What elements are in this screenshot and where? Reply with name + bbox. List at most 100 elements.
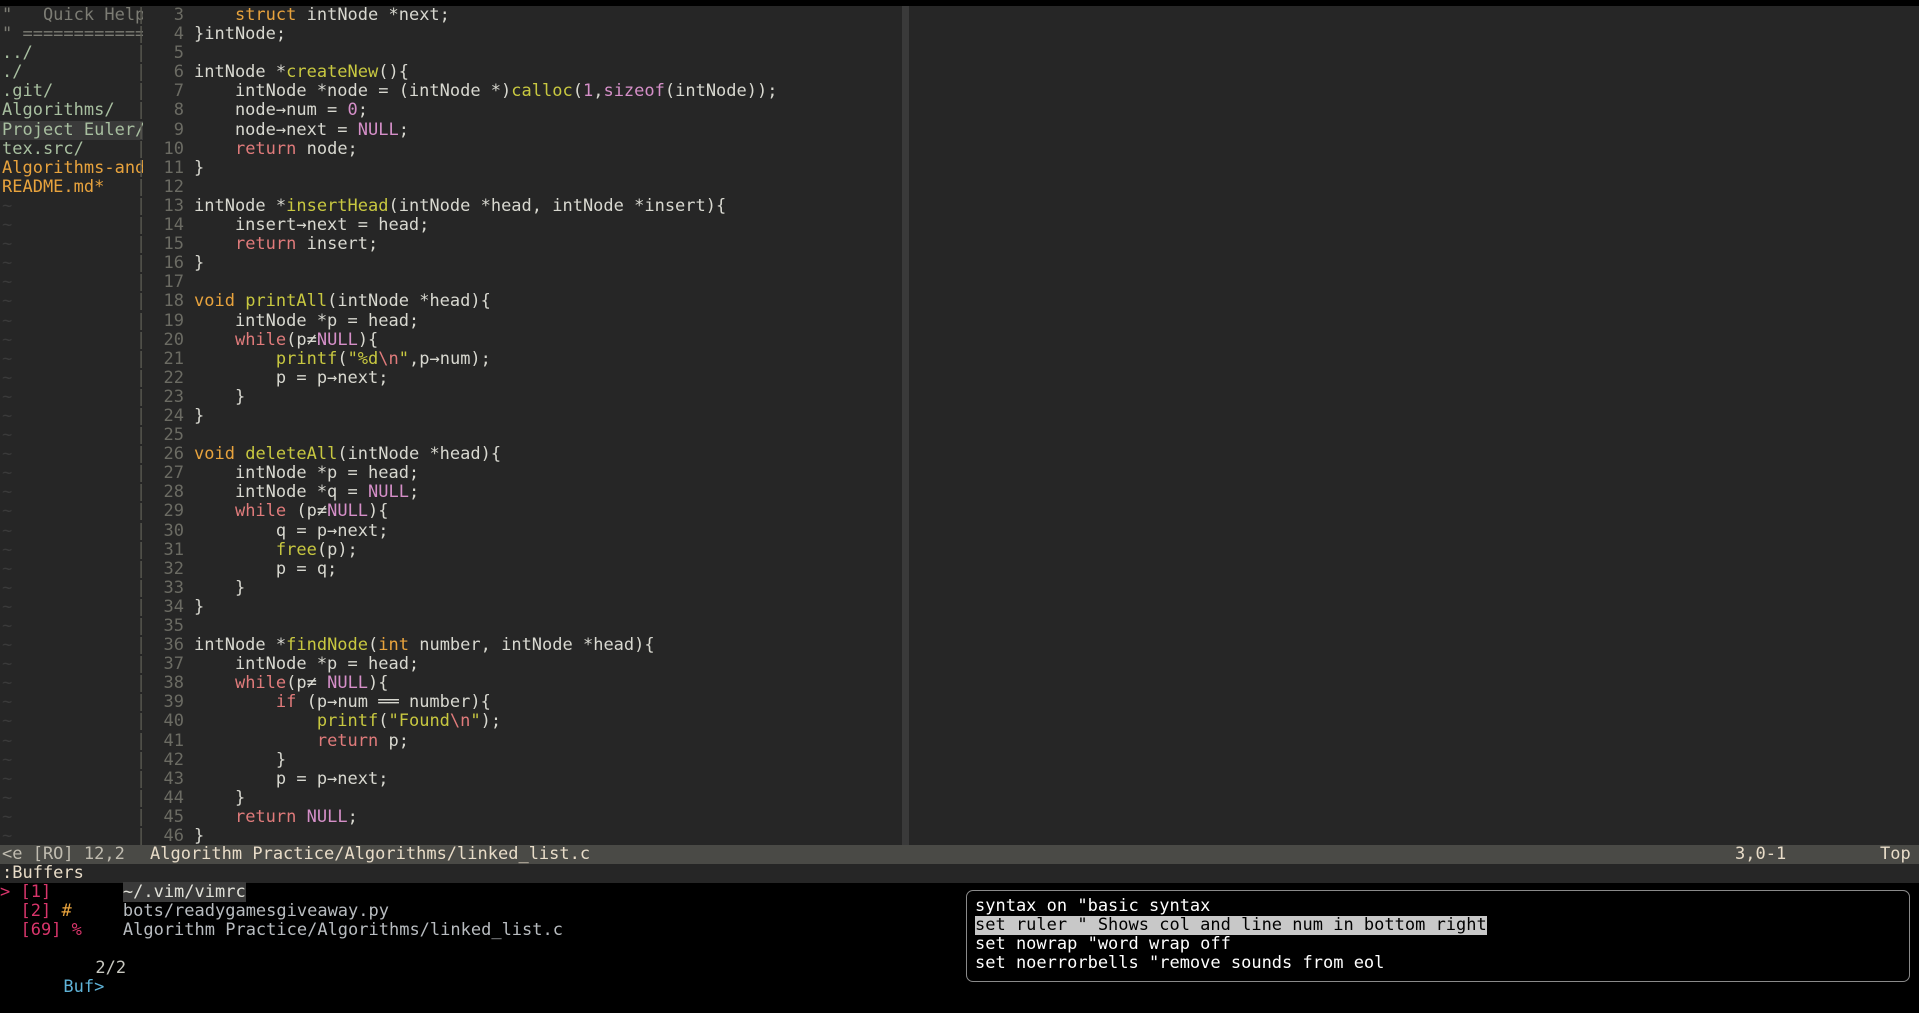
code-line[interactable]: 44 } xyxy=(150,788,902,808)
code-line[interactable]: 12 xyxy=(150,177,902,197)
netrw-file-explorer[interactable]: " Quick Help:|" =============|.././.git/… xyxy=(0,6,143,845)
code-line-text: p = p→next; xyxy=(194,367,389,388)
code-line[interactable]: 16} xyxy=(150,254,902,273)
netrw-entry-file[interactable]: README.md* xyxy=(0,177,143,197)
code-line-text: return p; xyxy=(194,730,409,751)
code-line[interactable]: 7 intNode *node = (intNode *)calloc(1,si… xyxy=(150,82,902,101)
code-line[interactable]: 4}intNode; xyxy=(150,24,902,44)
code-line[interactable]: 39 if (p→num ══ number){ xyxy=(150,693,902,712)
code-line[interactable]: 26 void deleteAll(intNode *head){ xyxy=(150,445,902,464)
code-line[interactable]: 25 xyxy=(150,425,902,445)
code-token-plain: (p→num ══ number){ xyxy=(296,692,491,713)
code-line[interactable]: 30 q = p→next; xyxy=(150,521,902,541)
code-line[interactable]: 35 xyxy=(150,616,902,636)
code-line[interactable]: 42 } xyxy=(150,750,902,770)
code-line[interactable]: 3 struct intNode *next; xyxy=(150,6,902,25)
code-token-str: " xyxy=(470,711,481,732)
code-line[interactable]: 8 node→num = 0; xyxy=(150,101,902,120)
code-line[interactable]: 23 } xyxy=(150,387,902,407)
picker-selection-marker: > xyxy=(0,882,21,902)
netrw-sep-char: | xyxy=(136,234,147,255)
code-line[interactable]: 9 node→next = NULL; xyxy=(150,119,902,140)
code-line[interactable]: 20 while(p≠NULL){ xyxy=(150,329,902,350)
code-line[interactable]: 41 return p; xyxy=(150,730,902,751)
netrw-filler-tilde: ~ xyxy=(2,329,13,350)
netrw-filler-tilde: ~ xyxy=(2,596,13,617)
netrw-filler-tilde: ~ xyxy=(2,616,13,636)
code-token-const: NULL xyxy=(368,482,409,503)
command-echo-line: :Buffers xyxy=(0,863,1919,884)
code-line[interactable]: 5 xyxy=(150,44,902,63)
code-line[interactable]: 40 printf("Found\n"); xyxy=(150,712,902,731)
netrw-entry-dir[interactable]: Algorithms/ xyxy=(0,101,143,120)
code-line-text: node→num = 0; xyxy=(194,101,368,120)
code-line[interactable]: 27 intNode *p = head; xyxy=(150,464,902,483)
preview-line: syntax on "basic syntax xyxy=(975,896,1211,916)
code-token-const: NULL xyxy=(316,329,358,350)
netrw-sep-char: | xyxy=(136,272,147,293)
code-line[interactable]: 24} xyxy=(150,406,902,426)
vertical-split-divider[interactable] xyxy=(902,6,909,845)
code-line[interactable]: 43 p = p→next; xyxy=(150,769,902,789)
code-line[interactable]: 11} xyxy=(150,158,902,178)
netrw-sep-char: | xyxy=(136,730,147,751)
code-line[interactable]: 29 while (p≠NULL){ xyxy=(150,502,902,521)
code-token-plain: (p≠ xyxy=(286,501,328,522)
netrw-sep-char: | xyxy=(136,348,147,369)
code-token-plain: p = q; xyxy=(194,558,338,579)
code-line[interactable]: 6 intNode *createNew(){ xyxy=(150,63,902,82)
code-line[interactable]: 21 printf("%d\n",p→num); xyxy=(150,348,902,369)
netrw-entry-dir[interactable]: tex.src/ xyxy=(0,139,143,159)
right-empty-window[interactable] xyxy=(909,6,1919,845)
code-line[interactable]: 19 intNode *p = head; xyxy=(150,311,902,331)
netrw-entry-file[interactable]: Algorithms-and- xyxy=(0,158,143,178)
netrw-entry-dir[interactable]: .git/ xyxy=(0,82,143,101)
preview-row: syntax on "basic syntax xyxy=(975,896,1909,916)
code-token-ret: if xyxy=(275,692,297,713)
code-line[interactable]: 36 intNode *findNode(int number, intNode … xyxy=(150,635,902,655)
code-line[interactable]: 18 void printAll(intNode *head){ xyxy=(150,292,902,311)
code-line-text: printf("Found\n"); xyxy=(194,712,501,731)
code-line[interactable]: 13 intNode *insertHead(intNode *head, int… xyxy=(150,196,902,216)
line-number: 17 xyxy=(163,272,184,293)
code-line[interactable]: 31 free(p); xyxy=(150,540,902,560)
code-line[interactable]: 22 p = p→next; xyxy=(150,367,902,388)
netrw-sep-char: | xyxy=(136,43,147,64)
code-line-text: intNode *p = head; xyxy=(194,464,419,483)
code-line[interactable]: 45 return NULL; xyxy=(150,807,902,827)
code-line[interactable]: 33 } xyxy=(150,578,902,598)
code-token-plain: ; xyxy=(398,119,409,140)
code-line[interactable]: 15 return insert; xyxy=(150,235,902,254)
code-line[interactable]: 14 insert→next = head; xyxy=(150,215,902,236)
netrw-entry-dir[interactable]: ./ xyxy=(0,63,143,82)
code-line-text: } xyxy=(194,750,286,770)
line-number: 21 xyxy=(163,348,184,369)
code-token-plain: node→num = xyxy=(194,100,348,121)
code-line[interactable]: 32 p = q; xyxy=(150,558,902,579)
code-line[interactable]: 38 while(p≠ NULL){ xyxy=(150,674,902,693)
picker-selection-marker xyxy=(0,901,20,921)
code-token-plain: (intNode *head){ xyxy=(327,291,491,312)
netrw-entry-dir[interactable]: Project Euler/ xyxy=(0,120,143,140)
code-token-plain: ; xyxy=(408,482,420,503)
code-token-plain: insert→next = head; xyxy=(194,215,430,236)
code-line[interactable]: 17 xyxy=(150,273,902,292)
code-token-ret: return xyxy=(316,730,379,751)
code-line[interactable]: 10 return node; xyxy=(150,139,902,159)
code-line-text: } xyxy=(194,387,245,407)
code-token-str: " xyxy=(398,348,410,369)
code-line[interactable]: 46} xyxy=(150,826,902,845)
netrw-entry-dir[interactable]: ../ xyxy=(0,44,143,63)
code-token-const: NULL xyxy=(357,119,399,140)
code-line[interactable]: 34} xyxy=(150,597,902,617)
code-token-plain: intNode *p = head; xyxy=(194,654,420,675)
code-line[interactable]: 37 intNode *p = head; xyxy=(150,655,902,674)
netrw-sep-char: | xyxy=(136,635,147,656)
status-line-flags: <e [RO] 12,2 xyxy=(2,845,125,864)
code-buffer-linked-list-c[interactable]: 3 struct intNode *next; 4}intNode; 5 6 intNo… xyxy=(150,6,902,845)
picker-row-spacer xyxy=(72,901,123,921)
code-token-plain: p = p→next; xyxy=(194,367,389,388)
code-line[interactable]: 28 intNode *q = NULL; xyxy=(150,483,902,502)
